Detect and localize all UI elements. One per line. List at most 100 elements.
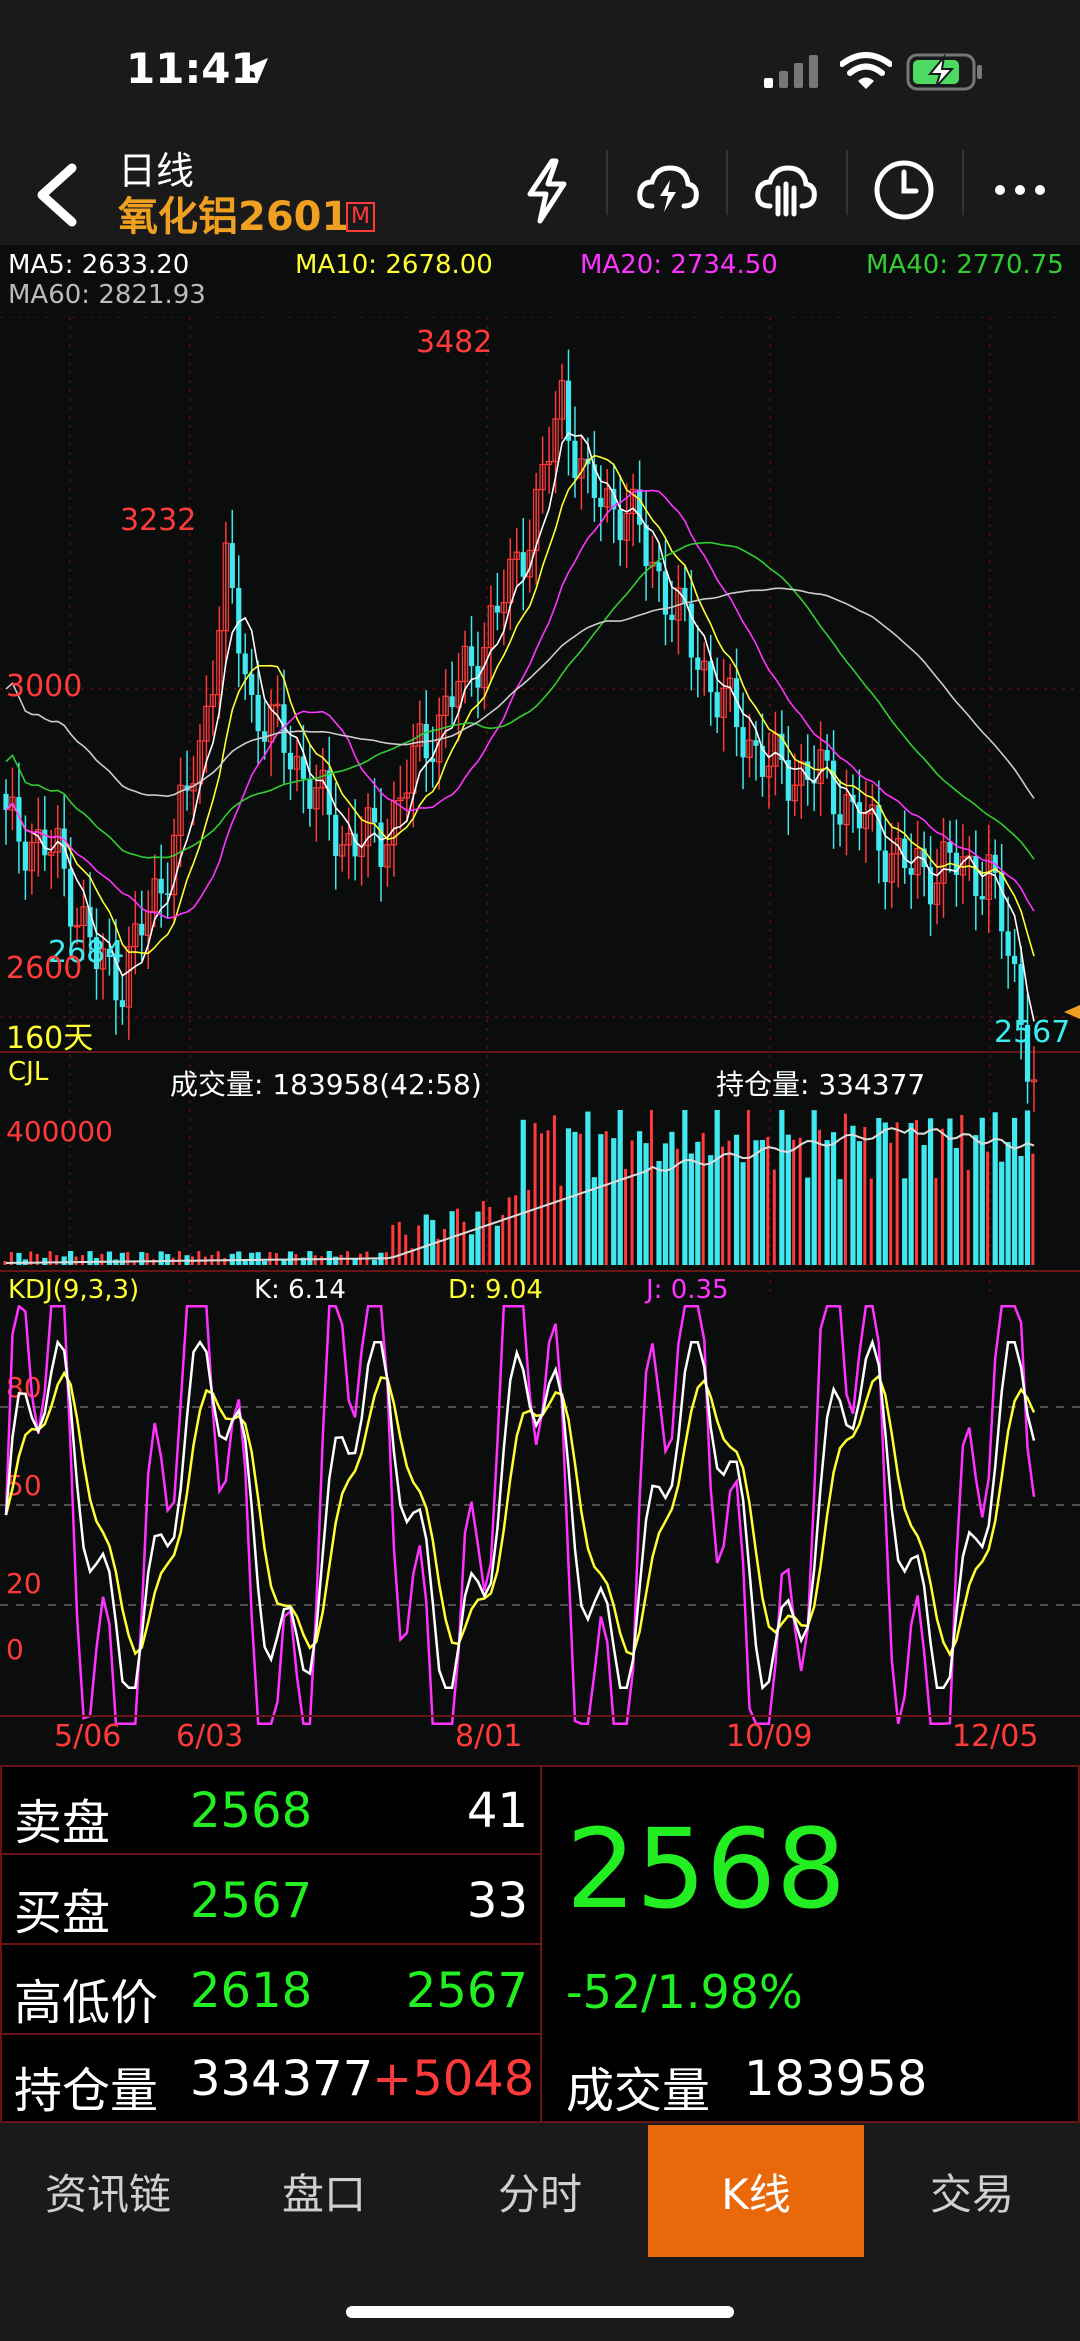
volume-bar <box>462 1221 466 1265</box>
ask-price[interactable]: 2568 <box>190 1783 312 1839</box>
volume-bar <box>165 1254 171 1265</box>
volume-bar <box>397 1221 401 1265</box>
volume-bar <box>552 1115 556 1265</box>
candle-body <box>695 657 701 670</box>
candle-body <box>973 856 979 897</box>
open-interest-change: +5048 <box>372 2051 535 2107</box>
volume-bar <box>746 1110 750 1265</box>
volume-bar <box>792 1139 796 1265</box>
open-interest-value: 334377 <box>190 2051 374 2107</box>
volume-bar <box>818 1129 822 1265</box>
candle-body <box>468 646 475 667</box>
volume-bar <box>262 1260 268 1265</box>
clock-history-icon[interactable] <box>872 158 936 222</box>
ma10-value: MA10: 2678.00 <box>295 250 493 280</box>
volume-bar <box>682 1110 688 1265</box>
volume-bar <box>727 1140 731 1265</box>
price-label-2600: 2600 <box>6 951 83 986</box>
volume-bar <box>249 1252 255 1265</box>
volume-bar <box>979 1117 985 1265</box>
candle-body <box>565 380 572 441</box>
volume-bar <box>307 1251 313 1265</box>
volume-bar <box>649 1110 653 1265</box>
ma20-value: MA20: 2734.50 <box>580 250 778 280</box>
candle-body <box>158 878 164 894</box>
volume-bar <box>3 1261 7 1265</box>
volume-bar <box>604 1131 608 1265</box>
cloud-sync-icon[interactable] <box>636 162 700 220</box>
volume-bar <box>895 1122 899 1265</box>
volume-bar <box>514 1195 518 1265</box>
bid-label: 买盘 <box>14 1885 111 1941</box>
volume-bar <box>236 1251 242 1265</box>
volume-bar <box>766 1136 770 1265</box>
lightning-icon[interactable] <box>522 158 572 224</box>
candle-body <box>119 1000 125 1007</box>
candle-body <box>22 841 28 871</box>
cloud-download-icon[interactable] <box>754 162 818 220</box>
volume-bar <box>889 1142 893 1265</box>
last-price-marker-icon <box>1064 1005 1080 1019</box>
volume-bar <box>611 1138 617 1265</box>
ma40-value: MA40: 2770.75 <box>866 250 1064 280</box>
volume-bar <box>714 1110 720 1265</box>
volume-bar <box>80 1255 84 1265</box>
candle-body <box>656 562 662 572</box>
kline-chart-area[interactable]: MA5: 2633.20 MA10: 2678.00 MA20: 2734.50… <box>0 245 1080 1765</box>
symbol-title[interactable]: 氧化铝2601 <box>118 184 349 242</box>
tab-order-book[interactable]: 盘口 <box>216 2125 432 2257</box>
candle-body <box>1012 955 1018 965</box>
volume-bar <box>708 1155 714 1265</box>
volume-bar <box>999 1161 1005 1265</box>
volume-bar <box>811 1110 817 1265</box>
volume-bar <box>197 1251 201 1265</box>
volume-bar <box>669 1131 675 1265</box>
peak-label-3232: 3232 <box>120 503 197 538</box>
bid-price[interactable]: 2567 <box>190 1873 312 1929</box>
volume-bar <box>585 1111 591 1265</box>
candle-body <box>371 807 378 823</box>
tab-intraday[interactable]: 分时 <box>432 2125 648 2257</box>
low-price: 2567 <box>405 1963 528 2019</box>
volume-bar <box>527 1189 531 1265</box>
volume-bar <box>126 1252 130 1265</box>
tab-news-chain[interactable]: 资讯链 <box>0 2125 216 2257</box>
header-divider <box>962 150 964 215</box>
volume-bar <box>443 1228 447 1265</box>
volume-bar <box>494 1225 500 1265</box>
candle-body <box>882 850 888 883</box>
volume-bar <box>391 1224 395 1265</box>
kdj-chart[interactable] <box>0 1305 1080 1725</box>
volume-bar <box>882 1122 888 1265</box>
candle-body <box>908 868 914 875</box>
wifi-icon <box>840 52 892 89</box>
volume-bar <box>42 1257 48 1265</box>
candle-body <box>714 692 720 718</box>
tab-trade[interactable]: 交易 <box>864 2125 1080 2257</box>
high-price: 2618 <box>190 1963 313 2019</box>
volume-bar <box>119 1252 125 1265</box>
date-label: 10/09 <box>726 1719 813 1754</box>
kdj-indicator-name: KDJ(9,3,3) <box>8 1275 140 1305</box>
volume-bar <box>953 1147 960 1265</box>
volume-bar <box>546 1130 550 1265</box>
date-label: 12/05 <box>952 1719 1039 1754</box>
volume-bar <box>927 1118 934 1265</box>
tab-kline[interactable]: K线 <box>648 2125 864 2257</box>
volume-bar <box>268 1252 272 1265</box>
home-indicator <box>346 2306 734 2318</box>
volume-chart[interactable] <box>0 1105 1080 1267</box>
volume-bar <box>74 1256 78 1265</box>
volume-bar <box>798 1137 802 1265</box>
back-arrow-icon[interactable] <box>28 160 84 230</box>
volume-bar <box>656 1160 662 1265</box>
volume-bar <box>630 1140 634 1265</box>
bid-quantity: 33 <box>466 1873 528 1929</box>
cellular-signal-icon <box>764 55 818 88</box>
volume-bar <box>423 1214 429 1265</box>
volume-bar <box>759 1139 766 1265</box>
volume-bar <box>339 1254 343 1265</box>
more-icon[interactable] <box>994 180 1046 200</box>
volume-bar <box>869 1178 873 1265</box>
date-label: 5/06 <box>54 1719 122 1754</box>
